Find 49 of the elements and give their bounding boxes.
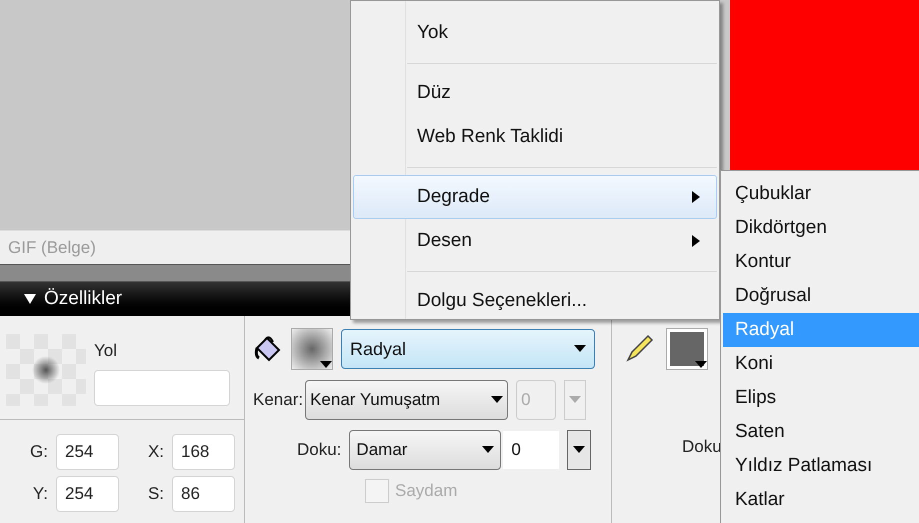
object-type-label: Yol bbox=[94, 340, 118, 362]
collapse-triangle-icon bbox=[24, 294, 36, 304]
submenu-item[interactable]: Doğrusal bbox=[723, 279, 919, 313]
field-label: Y: bbox=[32, 483, 48, 506]
stroke-color-swatch[interactable] bbox=[666, 328, 708, 370]
edge-dropdown[interactable]: Kenar Yumuşatm bbox=[305, 380, 508, 420]
submenu-item[interactable]: Koni bbox=[723, 347, 919, 381]
name-field[interactable] bbox=[94, 370, 230, 406]
fill-color-swatch[interactable] bbox=[291, 328, 333, 370]
texture-amount-field[interactable]: 0 bbox=[503, 431, 560, 469]
caret-icon bbox=[573, 446, 586, 454]
submenu-item[interactable]: Elips bbox=[723, 381, 919, 415]
panel-title: Özellikler bbox=[44, 286, 122, 311]
number-field[interactable]: 168 bbox=[172, 434, 235, 470]
submenu-item[interactable]: Kontur bbox=[723, 245, 919, 279]
document-status: GIF (Belge) bbox=[8, 236, 96, 259]
caret-icon bbox=[574, 345, 586, 353]
caret-icon bbox=[320, 361, 332, 369]
caret-icon bbox=[695, 361, 707, 369]
fill-type-dropdown[interactable]: Radyal bbox=[341, 329, 595, 369]
number-field[interactable]: 86 bbox=[172, 476, 235, 512]
menu-item[interactable]: Yok bbox=[353, 11, 717, 55]
number-field[interactable]: 254 bbox=[56, 476, 119, 512]
field-label: G: bbox=[29, 441, 48, 464]
menu-item[interactable]: Desen bbox=[353, 219, 717, 263]
pencil-icon bbox=[624, 334, 654, 364]
submenu-item[interactable]: Dikdörtgen bbox=[723, 211, 919, 245]
object-preview-icon bbox=[6, 334, 86, 406]
menu-item[interactable]: Dolgu Seçenekleri... bbox=[353, 279, 717, 323]
paint-bucket-icon bbox=[253, 334, 283, 364]
caret-icon bbox=[491, 396, 504, 404]
texture-amount-stepper[interactable] bbox=[567, 430, 592, 470]
texture-label: Doku: bbox=[297, 439, 342, 462]
edge-label: Kenar: bbox=[253, 389, 304, 412]
stroke-texture-label: Doku bbox=[682, 436, 723, 458]
submenu-item[interactable]: Saten bbox=[723, 415, 919, 449]
submenu-item[interactable]: Çubuklar bbox=[723, 177, 919, 211]
menu-item[interactable]: Web Renk Taklidi bbox=[353, 115, 717, 159]
caret-icon bbox=[569, 396, 582, 404]
texture-dropdown[interactable]: Damar bbox=[349, 430, 502, 470]
field-label: S: bbox=[146, 483, 164, 506]
transparent-label: Saydam bbox=[395, 480, 458, 502]
number-field[interactable]: 254 bbox=[56, 434, 119, 470]
menu-item[interactable]: Düz bbox=[353, 71, 717, 115]
caret-icon bbox=[482, 446, 494, 454]
field-label: X: bbox=[146, 441, 164, 464]
menu-item[interactable]: Degrade bbox=[353, 175, 717, 219]
submenu-item[interactable]: Yıldız Patlaması bbox=[723, 449, 919, 483]
submenu-item[interactable]: Katlar bbox=[723, 483, 919, 517]
